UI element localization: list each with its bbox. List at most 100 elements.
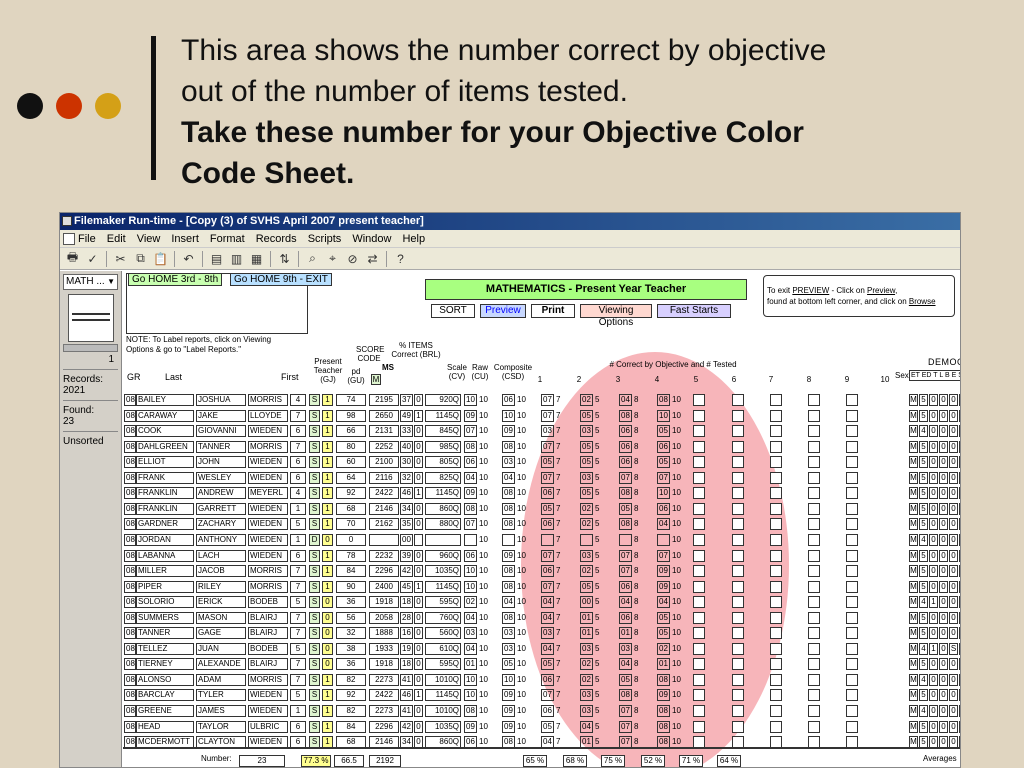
table-row[interactable]: 08 LABANNA LACH WIEDEN 6 S 1 78 2232 39 0 960Q 06 10 0…: [123, 548, 960, 563]
cell: 32: [400, 471, 413, 484]
items-tested: 10: [672, 441, 681, 451]
cell: FRANK: [136, 471, 194, 484]
print-icon[interactable]: 🖶: [64, 250, 81, 267]
demographic-cell: 0: [929, 565, 938, 578]
delete-record-icon[interactable]: ▦: [248, 250, 265, 267]
cell: 01: [657, 658, 670, 671]
cut-icon[interactable]: ✂: [112, 250, 129, 267]
objective-number-header: 8: [806, 375, 812, 384]
items-tested: 10: [672, 519, 681, 529]
cell: S: [309, 394, 320, 406]
table-row[interactable]: 08 TANNER GAGE BLAIRJ 7 S 0 32 1888 16 0 560Q 03 10 03…: [123, 625, 960, 640]
table-row[interactable]: 08 SUMMERS MASON BLAIRJ 7 S 0 56 2058 28 0 760Q 04 10…: [123, 610, 960, 625]
cell: 49: [400, 409, 413, 422]
title-divider: [151, 36, 156, 180]
cell: 03: [580, 471, 593, 484]
record-slider[interactable]: [63, 344, 118, 352]
demographic-cell: 0: [929, 611, 938, 624]
record-book-icon[interactable]: [67, 294, 114, 342]
replace-icon[interactable]: ⇄: [364, 250, 381, 267]
table-row[interactable]: 08 TELLEZ JUAN BODEB 5 S 0 38 1933 19 0 610Q 04 10 03 1…: [123, 641, 960, 656]
duplicate-record-icon[interactable]: ▥: [228, 250, 245, 267]
table-row[interactable]: 08 ELLIOT JOHN WIEDEN 6 S 1 60 2100 30 0 805Q 06 10 03…: [123, 454, 960, 469]
window-titlebar[interactable]: Filemaker Run-time - [Copy (3) of SVHS A…: [60, 213, 960, 230]
spellcheck-icon[interactable]: ✓: [84, 250, 101, 267]
table-row[interactable]: 08 CARAWAY JAKE LLOYDE 7 S 1 98 2650 49 1 1145Q 09 10…: [123, 408, 960, 423]
items-tested: 5: [595, 410, 600, 420]
cell: 1: [322, 502, 333, 515]
table-row[interactable]: 08 BAILEY JOSHUA MORRIS 4 S 1 74 2195 37 0 920Q 10 10…: [123, 392, 960, 407]
empty-objective-cell: [732, 487, 744, 500]
menu-view[interactable]: View: [137, 233, 161, 245]
cell: BLAIRJ: [248, 611, 288, 624]
viewing-options-button[interactable]: Viewing Options: [580, 304, 652, 328]
cell: 05: [541, 658, 554, 671]
items-tested: 10: [479, 674, 488, 684]
table-row[interactable]: 08 FRANK WESLEY WIEDEN 6 S 1 64 2116 32 0 825Q 04 10 0…: [123, 470, 960, 485]
new-record-icon[interactable]: ▤: [208, 250, 225, 267]
undo-icon[interactable]: ↶: [180, 250, 197, 267]
sort-button[interactable]: SORT: [431, 304, 475, 318]
averages-label: Averages: [923, 754, 957, 763]
cell: 41: [400, 705, 413, 717]
table-row[interactable]: 08 PIPER RILEY MORRIS 7 S 1 90 2400 45 1 1145Q 10 10 0…: [123, 579, 960, 594]
menu-help[interactable]: Help: [402, 233, 425, 245]
menu-edit[interactable]: Edit: [107, 233, 126, 245]
table-row[interactable]: 08 HEAD TAYLOR ULBRIC 6 S 1 84 2296 42 0 1035Q 09 10 0…: [123, 719, 960, 734]
table-row[interactable]: 08 MILLER JACOB MORRIS 7 S 1 84 2296 42 0 1035Q 10 10…: [123, 563, 960, 578]
cell: 02: [580, 673, 593, 686]
items-tested: 7: [556, 659, 561, 669]
table-row[interactable]: 08 FRANKLIN ANDREW MEYERL 4 S 1 92 2422 46 1 1145Q 0…: [123, 485, 960, 500]
demographic-cell: 0: [949, 627, 958, 640]
status-sidebar: MATH ... 1 Records: 2021 Found: 23 Unsor…: [60, 271, 122, 767]
find-icon[interactable]: ⌕: [304, 250, 321, 267]
preview-button[interactable]: Preview: [480, 304, 526, 318]
sort-icon[interactable]: ⇅: [276, 250, 293, 267]
table-row[interactable]: 08 FRANKLIN GARRETT WIEDEN 1 S 1 68 2146 34 0 860Q 0…: [123, 501, 960, 516]
fast-starts-button[interactable]: Fast Starts: [657, 304, 731, 318]
menu-format[interactable]: Format: [210, 233, 245, 245]
items-tested: 10: [479, 441, 488, 451]
items-tested: 10: [672, 581, 681, 591]
layout-selector[interactable]: MATH ...: [63, 274, 118, 290]
cell: 04: [657, 596, 670, 609]
demographic-cell: 0: [929, 658, 938, 671]
table-row[interactable]: 08 GREENE JAMES WIEDEN 1 S 1 82 2273 41 0 1010Q 08 10…: [123, 703, 960, 718]
demographic-cell: 0: [959, 425, 960, 438]
filemaker-app-icon: [62, 216, 72, 226]
table-row[interactable]: 08 ALONSO ADAM MORRIS 7 S 1 82 2273 41 0 1010Q 10 10 1…: [123, 672, 960, 687]
sex-cell: M: [909, 549, 918, 562]
menu-scripts[interactable]: Scripts: [308, 233, 342, 245]
print-button[interactable]: Print: [531, 304, 575, 318]
table-row[interactable]: 08 JORDAN ANTHONY WIEDEN 1 D 0 0 00 10 10 7 5 8 10 M 4 0 0…: [123, 532, 960, 547]
sex-cell: M: [909, 440, 918, 453]
cell: S: [309, 456, 320, 469]
omit-icon[interactable]: ⊘: [344, 250, 361, 267]
help-icon[interactable]: ?: [392, 250, 409, 267]
empty-objective-cell: [732, 394, 744, 406]
empty-objective-cell: [693, 673, 705, 686]
items-tested: 10: [517, 643, 526, 653]
cell: MORRIS: [248, 580, 288, 593]
table-row[interactable]: 08 GARDNER ZACHARY WIEDEN 5 S 1 70 2162 35 0 880Q 07…: [123, 516, 960, 531]
table-row[interactable]: 08 COOK GIOVANNI WIEDEN 6 S 1 66 2131 33 0 845Q 07 10…: [123, 423, 960, 438]
paste-icon[interactable]: 📋: [152, 250, 169, 267]
table-row[interactable]: 08 DAHLGREEN TANNER MORRIS 7 S 1 80 2252 40 0 985Q 0…: [123, 439, 960, 454]
toolbar: 🖶 ✓ ✂ ⧉ 📋 ↶ ▤ ▥ ▦ ⇅ ⌕ ⌖ ⊘ ⇄ ?: [60, 248, 960, 270]
go-home-9th-exit-button[interactable]: Go HOME 9th - EXIT: [230, 273, 332, 286]
cell: 46: [400, 487, 413, 500]
menu-insert[interactable]: Insert: [171, 233, 199, 245]
empty-objective-cell: [770, 518, 782, 531]
copy-icon[interactable]: ⧉: [132, 250, 149, 267]
table-row[interactable]: 08 SOLORIO ERICK BODEB 5 S 0 36 1918 18 0 595Q 02 10 0…: [123, 594, 960, 609]
table-row[interactable]: 08 TIERNEY ALEXANDE BLAIRJ 7 S 0 36 1918 18 0 595Q 0…: [123, 656, 960, 671]
menu-window[interactable]: Window: [352, 233, 391, 245]
items-tested: 10: [672, 612, 681, 622]
cell: 2650: [369, 409, 399, 422]
cell: 04: [464, 471, 477, 484]
go-home-3rd-8th-button[interactable]: Go HOME 3rd - 8th: [128, 273, 223, 286]
menu-file[interactable]: File: [78, 233, 96, 245]
menu-records[interactable]: Records: [256, 233, 297, 245]
table-row[interactable]: 08 BARCLAY TYLER WIEDEN 5 S 1 92 2422 46 1 1145Q 10 1…: [123, 687, 960, 702]
find-all-icon[interactable]: ⌖: [324, 250, 341, 267]
